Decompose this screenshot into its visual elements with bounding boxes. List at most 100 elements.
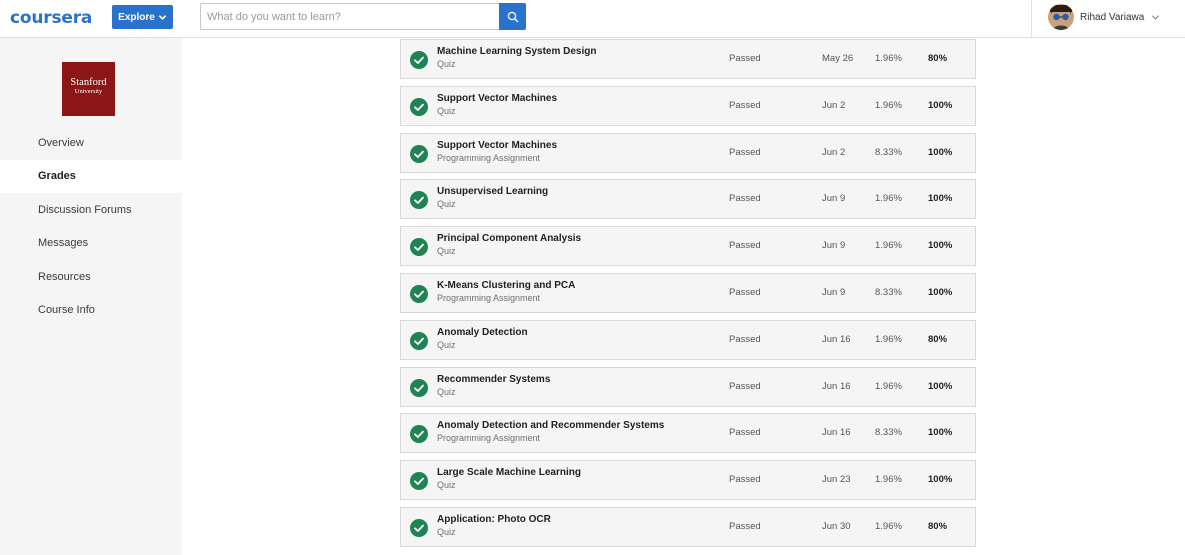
- assignment-title[interactable]: Unsupervised Learning: [437, 186, 548, 197]
- due-date: Jun 23: [822, 474, 851, 486]
- status-text: Passed: [729, 193, 761, 205]
- due-date: Jun 2: [822, 146, 846, 158]
- weight-value: 8.33%: [875, 286, 902, 298]
- assignment-title[interactable]: Anomaly Detection and Recommender System…: [437, 420, 664, 431]
- status-text: Passed: [729, 99, 761, 111]
- user-menu[interactable]: Rihad Variawa: [1048, 3, 1160, 31]
- grade-value: 100%: [928, 193, 953, 205]
- top-navigation-bar: coursera Explore Rihad Variawa: [0, 0, 1185, 38]
- grade-value: 80%: [928, 53, 948, 64]
- stanford-university-logo[interactable]: Stanford University: [62, 62, 115, 116]
- table-row[interactable]: K-Means Clustering and PCA Programming As…: [400, 272, 976, 313]
- due-date: Jun 16: [822, 333, 851, 345]
- weight-value: 1.96%: [875, 380, 902, 392]
- table-row[interactable]: Application: Photo OCR Quiz Passed Jun 30 1.…: [400, 506, 976, 547]
- search-box: [200, 3, 526, 30]
- assignment-type: Quiz: [437, 246, 456, 257]
- passed-check-icon: [410, 472, 428, 491]
- grade-value: 100%: [928, 99, 953, 111]
- table-row[interactable]: Unsupervised Learning Quiz Passed Jun 9 1.96…: [400, 179, 976, 220]
- user-name: Rihad Variawa: [1080, 11, 1145, 23]
- status-text: Passed: [729, 146, 761, 158]
- assignment-type: Programming Assignment: [437, 152, 541, 163]
- grade-value: 80%: [928, 333, 948, 345]
- table-row[interactable]: Machine Learning System Design Quiz Passed…: [400, 39, 976, 79]
- due-date: Jun 30: [822, 520, 851, 532]
- chevron-down-icon: [1152, 14, 1160, 20]
- grade-value: 100%: [928, 240, 953, 252]
- sidebar-item-grades[interactable]: Grades: [0, 159, 182, 193]
- weight-value: 8.33%: [875, 146, 902, 158]
- assignment-title[interactable]: Support Vector Machines: [437, 93, 557, 104]
- passed-check-icon: [410, 144, 428, 163]
- assignment-title[interactable]: Recommender Systems: [437, 374, 550, 385]
- assignment-type: Quiz: [437, 480, 456, 491]
- grade-value: 100%: [928, 427, 953, 439]
- table-row[interactable]: Support Vector Machines Programming Assig…: [400, 132, 976, 173]
- assignment-title[interactable]: Large Scale Machine Learning: [437, 467, 581, 478]
- table-row[interactable]: Anomaly Detection and Recommender System…: [400, 413, 976, 454]
- status-text: Passed: [729, 427, 761, 439]
- passed-check-icon: [410, 238, 428, 257]
- assignment-type: Quiz: [437, 105, 456, 116]
- explore-button[interactable]: Explore: [112, 5, 173, 29]
- assignment-title[interactable]: Support Vector Machines: [437, 140, 557, 151]
- assignment-type: Programming Assignment: [437, 292, 541, 303]
- assignment-title[interactable]: Application: Photo OCR: [437, 514, 551, 525]
- grade-value: 80%: [928, 520, 948, 532]
- course-sidebar: Stanford University Overview Grades Disc…: [0, 38, 182, 555]
- grade-value: 100%: [928, 286, 953, 298]
- assignment-title[interactable]: Principal Component Analysis: [437, 233, 581, 244]
- weight-value: 1.96%: [875, 474, 902, 486]
- passed-check-icon: [410, 378, 428, 397]
- due-date: May 26: [822, 53, 854, 64]
- sidebar-item-course-info[interactable]: Course Info: [0, 294, 182, 328]
- table-row[interactable]: Anomaly Detection Quiz Passed Jun 16 1.96% 80…: [400, 319, 976, 360]
- header-divider: [1031, 0, 1032, 37]
- sidebar-item-discussion-forums[interactable]: Discussion Forums: [0, 193, 182, 227]
- assignment-type: Quiz: [437, 59, 456, 69]
- university-name-line2: University: [74, 88, 103, 95]
- due-date: Jun 2: [822, 99, 846, 111]
- weight-value: 1.96%: [875, 193, 902, 205]
- university-name-line1: Stanford: [70, 77, 107, 88]
- assignment-type: Quiz: [437, 339, 456, 350]
- grade-value: 100%: [928, 474, 953, 486]
- grades-table: Machine Learning System Design Quiz Passed…: [400, 39, 976, 554]
- sidebar-item-overview[interactable]: Overview: [0, 126, 182, 160]
- passed-check-icon: [410, 284, 428, 303]
- status-text: Passed: [729, 240, 761, 252]
- assignment-type: Programming Assignment: [437, 433, 541, 444]
- course-nav: Overview Grades Discussion Forums Messag…: [0, 126, 182, 327]
- chevron-down-icon: [158, 14, 167, 20]
- sidebar-item-messages[interactable]: Messages: [0, 227, 182, 261]
- assignment-title[interactable]: Machine Learning System Design: [437, 46, 597, 57]
- weight-value: 1.96%: [875, 240, 902, 252]
- weight-value: 1.96%: [875, 333, 902, 345]
- due-date: Jun 9: [822, 286, 846, 298]
- weight-value: 1.96%: [875, 99, 902, 111]
- table-row[interactable]: Large Scale Machine Learning Quiz Passed Ju…: [400, 460, 976, 501]
- avatar: [1048, 4, 1074, 30]
- status-text: Passed: [729, 53, 761, 64]
- sidebar-item-resources[interactable]: Resources: [0, 260, 182, 294]
- assignment-title[interactable]: K-Means Clustering and PCA: [437, 280, 575, 291]
- assignment-title[interactable]: Anomaly Detection: [437, 327, 528, 338]
- search-button[interactable]: [499, 3, 526, 30]
- search-icon: [507, 11, 518, 22]
- status-text: Passed: [729, 474, 761, 486]
- assignment-type: Quiz: [437, 199, 456, 210]
- status-text: Passed: [729, 520, 761, 532]
- grade-value: 100%: [928, 146, 953, 158]
- status-text: Passed: [729, 333, 761, 345]
- passed-check-icon: [410, 191, 428, 210]
- status-text: Passed: [729, 286, 761, 298]
- search-input[interactable]: [201, 4, 500, 29]
- table-row[interactable]: Principal Component Analysis Quiz Passed Ju…: [400, 226, 976, 267]
- passed-check-icon: [410, 51, 428, 69]
- table-row[interactable]: Support Vector Machines Quiz Passed Jun 2 1.…: [400, 85, 976, 126]
- table-row[interactable]: Recommender Systems Quiz Passed Jun 16 1.96%…: [400, 366, 976, 407]
- coursera-logo[interactable]: coursera: [10, 8, 92, 28]
- passed-check-icon: [410, 331, 428, 350]
- passed-check-icon: [410, 425, 428, 444]
